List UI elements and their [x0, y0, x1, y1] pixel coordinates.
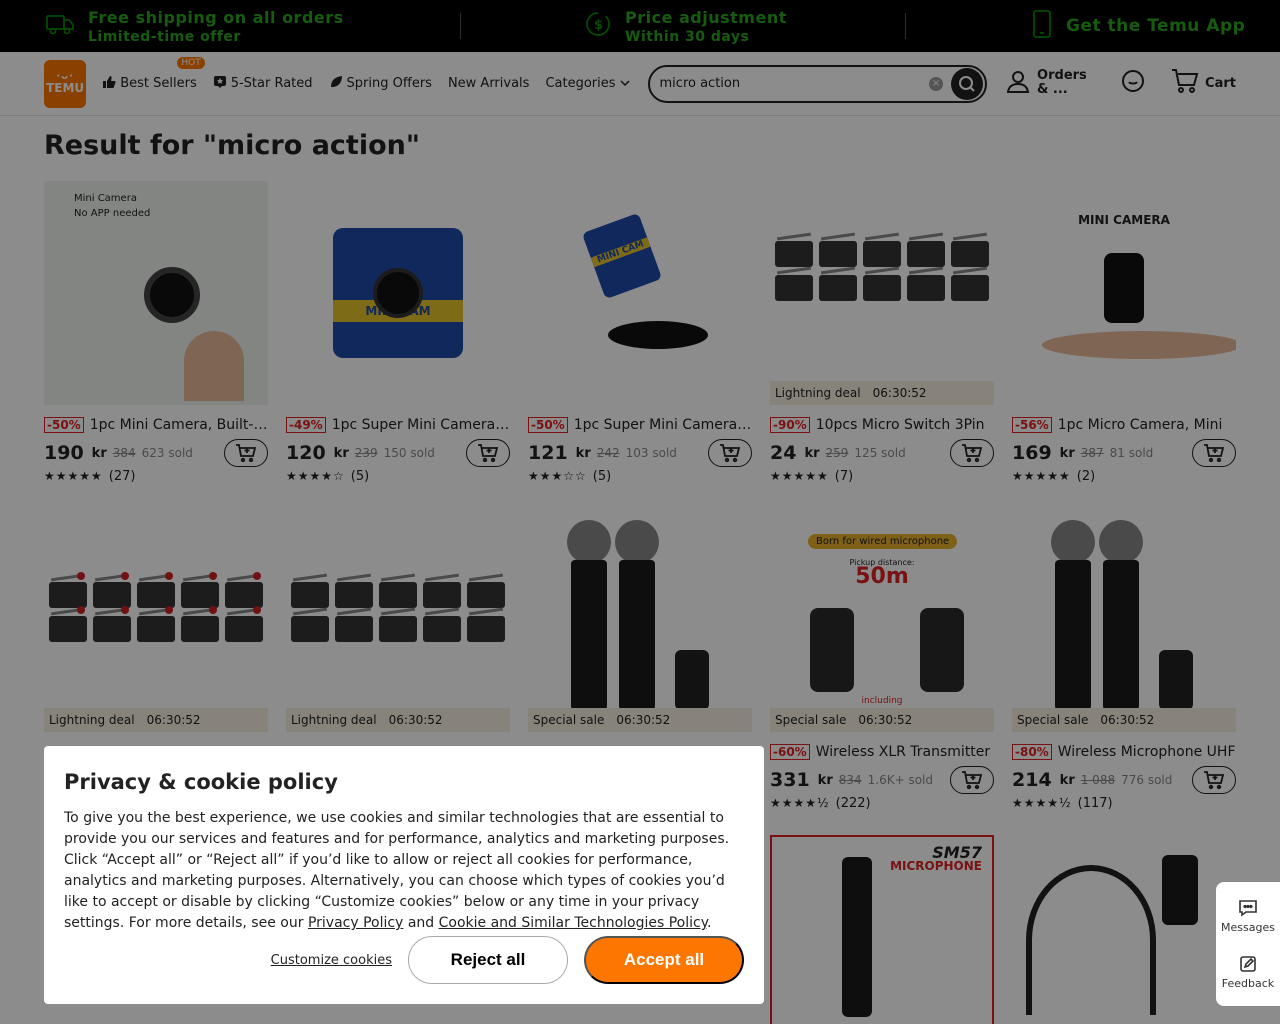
cookie-text: To give you the best experience, we use …	[64, 810, 730, 931]
customize-cookies-link[interactable]: Customize cookies	[271, 953, 392, 968]
messages-label: Messages	[1221, 920, 1275, 934]
cookie-and: and	[407, 915, 435, 931]
feedback-edit-icon	[1240, 955, 1256, 972]
cookie-actions: Customize cookies Reject all Accept all	[64, 936, 744, 984]
messages-button[interactable]: Messages	[1221, 899, 1275, 934]
cookie-dialog: Privacy & cookie policy To give you the …	[44, 746, 764, 1004]
cookie-body: To give you the best experience, we use …	[64, 808, 744, 934]
cookie-policy-link[interactable]: Cookie and Similar Technologies Policy	[439, 915, 707, 931]
feedback-button[interactable]: Feedback	[1222, 955, 1274, 990]
accept-all-button[interactable]: Accept all	[584, 936, 744, 984]
reject-all-button[interactable]: Reject all	[408, 936, 568, 984]
message-icon	[1239, 899, 1257, 917]
privacy-policy-link[interactable]: Privacy Policy	[308, 915, 403, 931]
feedback-label: Feedback	[1221, 976, 1275, 990]
cookie-period: .	[707, 915, 712, 931]
cookie-title: Privacy & cookie policy	[64, 770, 338, 794]
side-widget: Messages Feedback	[1216, 882, 1280, 1006]
